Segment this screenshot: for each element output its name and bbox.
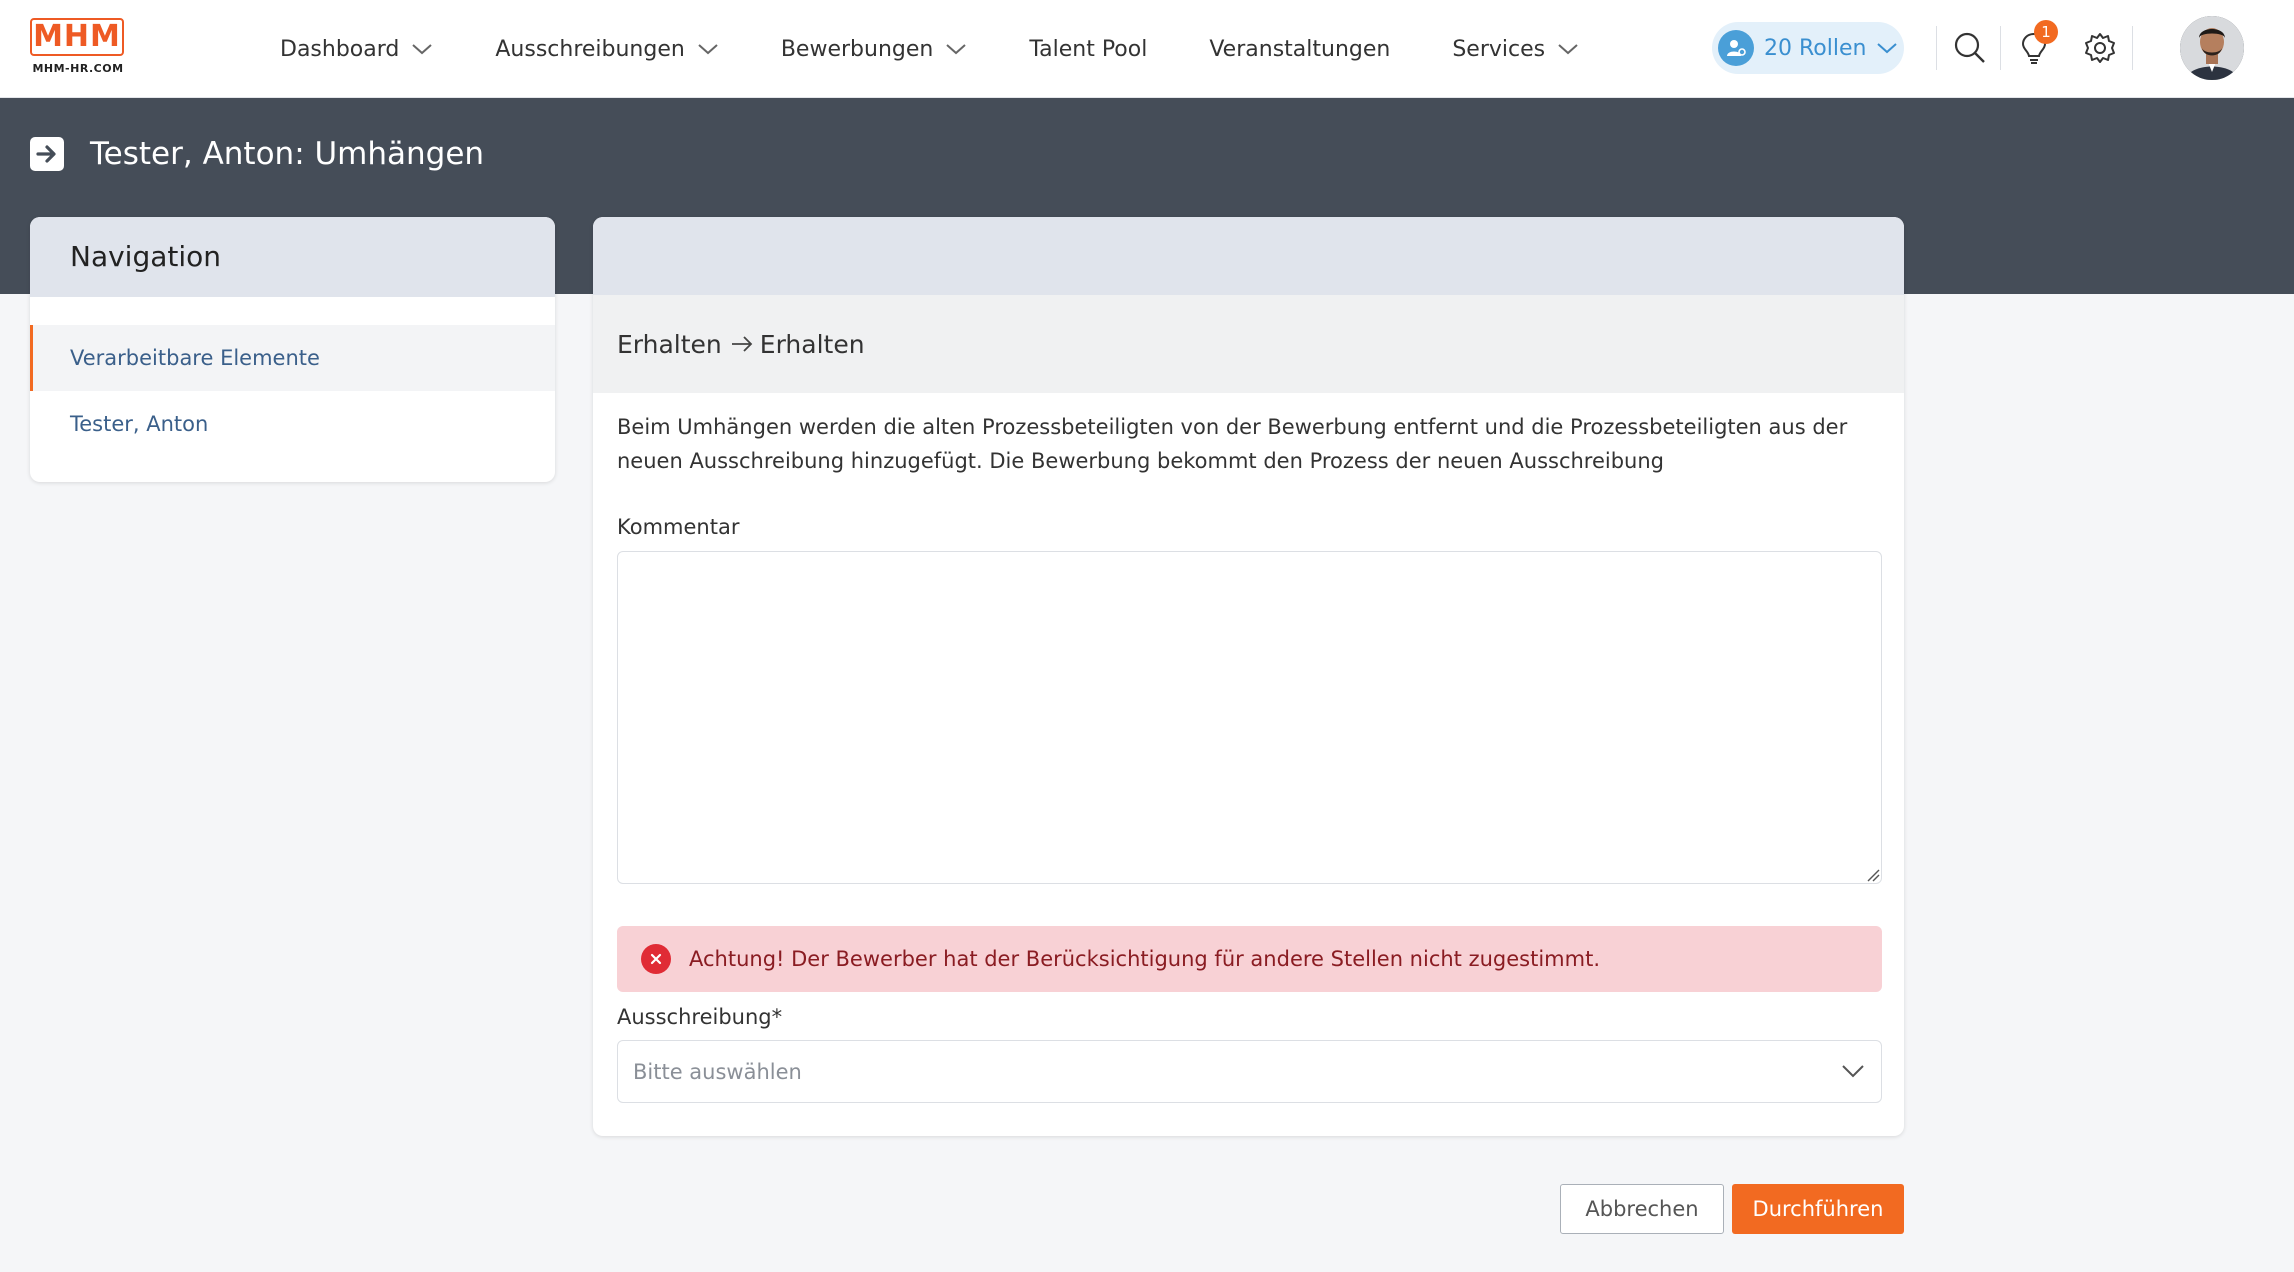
chevron-down-icon xyxy=(1558,44,1578,55)
roles-label: 20 Rollen xyxy=(1764,35,1867,61)
divider xyxy=(2000,26,2001,70)
avatar[interactable] xyxy=(2180,16,2244,80)
logo-mark: MHM xyxy=(30,18,124,56)
page-title: Tester, Anton: Umhängen xyxy=(90,136,485,172)
nav-item-label: Services xyxy=(1452,36,1546,62)
side-navigation-panel: Navigation Verarbeitbare Elemente Tester… xyxy=(30,217,555,482)
user-roles-icon xyxy=(1718,30,1754,66)
main-panel: Erhalten Erhalten Beim Umhängen werden d… xyxy=(593,217,1904,1136)
gear-icon xyxy=(2085,33,2115,63)
nav-item-label: Talent Pool xyxy=(1029,36,1148,62)
user-avatar-icon xyxy=(2180,16,2244,80)
settings-button[interactable] xyxy=(2078,26,2122,70)
nav-item-label: Bewerbungen xyxy=(780,36,934,62)
nav-item-ausschreibungen[interactable]: Ausschreibungen xyxy=(495,37,718,62)
nav-item-talent-pool[interactable]: Talent Pool xyxy=(1029,37,1147,62)
chevron-down-icon xyxy=(412,44,433,55)
chevron-down-icon xyxy=(946,44,966,55)
search-icon xyxy=(1954,32,1985,63)
section-to: Erhalten xyxy=(759,329,865,359)
main-panel-header xyxy=(593,217,1904,295)
select-placeholder: Bitte auswählen xyxy=(633,1059,802,1084)
side-navigation-title: Navigation xyxy=(30,217,555,297)
submit-button[interactable]: Durchführen xyxy=(1732,1184,1904,1234)
nav-item-label: Ausschreibungen xyxy=(495,36,685,62)
nav-item-label: Veranstaltungen xyxy=(1209,36,1391,62)
nav-item-bewerbungen[interactable]: Bewerbungen xyxy=(781,37,968,62)
side-nav-item-tester-anton[interactable]: Tester, Anton xyxy=(30,391,555,457)
info-text: Beim Umhängen werden die alten Prozessbe… xyxy=(617,415,1848,473)
nav-item-dashboard[interactable]: Dashboard xyxy=(280,37,433,62)
divider xyxy=(1936,26,1937,70)
search-button[interactable] xyxy=(1948,26,1992,70)
nav-item-veranstaltungen[interactable]: Veranstaltungen xyxy=(1209,37,1390,62)
main-nav: Dashboard Ausschreibungen Bewerbungen Ta… xyxy=(280,0,1641,98)
logo-subtitle: MHM-HR.COM xyxy=(32,62,124,75)
divider xyxy=(2132,26,2133,70)
chevron-down-icon xyxy=(1842,1065,1864,1078)
error-icon xyxy=(641,944,671,974)
ausschreibung-label: Ausschreibung* xyxy=(617,1005,783,1029)
comment-textarea[interactable] xyxy=(617,551,1882,884)
arrow-right-box-icon xyxy=(30,137,64,171)
side-nav-item-verarbeitbare-elemente[interactable]: Verarbeitbare Elemente xyxy=(30,325,555,391)
notification-badge: 1 xyxy=(2034,20,2058,44)
section-from: Erhalten xyxy=(617,329,722,359)
warning-alert: Achtung! Der Bewerber hat der Berücksich… xyxy=(617,926,1882,992)
chevron-down-icon xyxy=(1877,43,1898,54)
alert-text: Achtung! Der Bewerber hat der Berücksich… xyxy=(689,947,1601,971)
chevron-down-icon xyxy=(698,44,718,55)
comment-label: Kommentar xyxy=(617,515,740,539)
logo[interactable]: MHM MHM-HR.COM xyxy=(30,18,126,78)
cancel-button[interactable]: Abbrechen xyxy=(1560,1184,1724,1234)
notifications-button[interactable]: 1 xyxy=(2012,20,2058,70)
nav-item-services[interactable]: Services xyxy=(1452,37,1579,62)
resize-handle-icon[interactable] xyxy=(1866,868,1880,882)
section-heading: Erhalten Erhalten xyxy=(593,295,1904,393)
ausschreibung-select[interactable]: Bitte auswählen xyxy=(617,1040,1882,1103)
page-header: Tester, Anton: Umhängen xyxy=(30,136,484,172)
arrow-right-icon xyxy=(731,336,753,352)
top-bar: MHM MHM-HR.COM Dashboard Ausschreibungen… xyxy=(0,0,2294,98)
nav-item-label: Dashboard xyxy=(280,36,400,62)
roles-dropdown[interactable]: 20 Rollen xyxy=(1712,22,1904,74)
